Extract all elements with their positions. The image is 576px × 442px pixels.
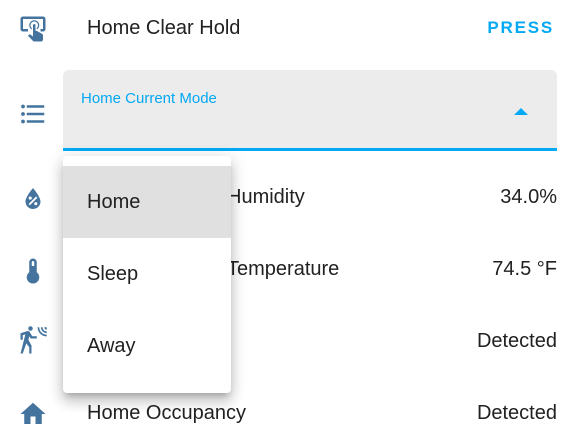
current-mode-select[interactable]: Home Current Mode [63,70,557,151]
water-percent-icon [16,182,50,216]
occupancy-label: Home Occupancy [87,402,246,424]
thermometer-icon [16,254,50,288]
current-mode-label: Home Current Mode [81,90,217,107]
temperature-label: Temperature [227,258,340,280]
occupancy-value: Detected [476,402,557,424]
format-list-bulleted-icon [16,97,50,131]
clear-hold-label: Home Clear Hold [87,17,241,39]
humidity-label: Humidity [227,186,305,208]
mode-option-sleep[interactable]: Sleep [63,238,231,310]
temperature-value: 74.5 °F [492,258,557,280]
menu-up-icon[interactable] [514,108,528,115]
entities-card: Home Clear Hold PRESS Home Current Mode … [0,0,576,442]
gesture-tap-button-icon [16,12,50,46]
humidity-value: 34.0% [500,186,557,208]
home-icon [16,397,50,431]
mode-option-away[interactable]: Away [63,310,231,382]
mode-dropdown-menu: Home Sleep Away [63,156,231,393]
press-button[interactable]: PRESS [487,16,554,40]
motion-value: Detected [476,330,557,352]
mode-option-home[interactable]: Home [63,166,231,238]
motion-sensor-icon [16,324,50,358]
